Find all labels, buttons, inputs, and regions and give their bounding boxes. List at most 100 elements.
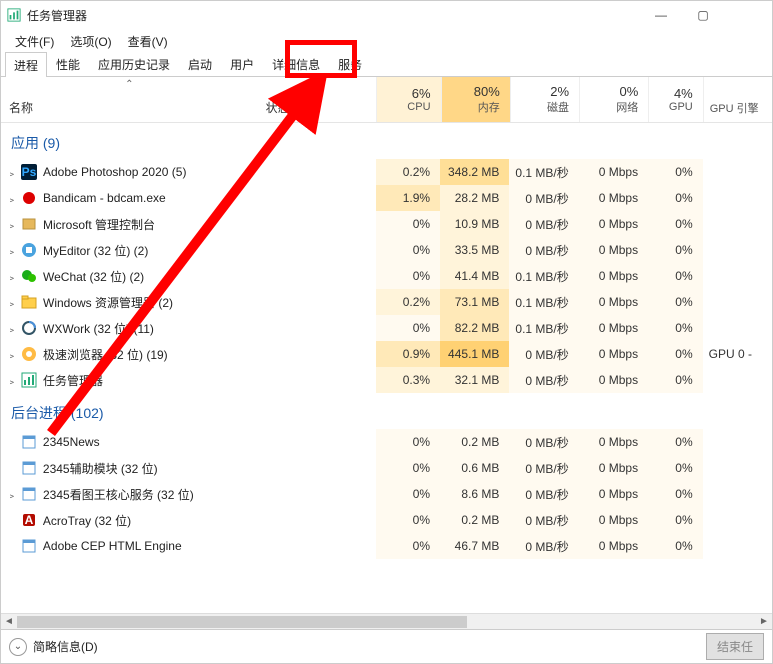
process-name: Windows 资源管理器 (2) xyxy=(43,294,257,311)
table-row[interactable]: ﹥2345看图王核心服务 (32 位)0%8.6 MB0 MB/秒0 Mbps0… xyxy=(1,481,772,507)
col-gpu-engine[interactable]: GPU 引擎 xyxy=(703,77,772,122)
col-mem-pct: 80% xyxy=(474,84,500,99)
tab-details[interactable]: 详细信息 xyxy=(263,51,329,76)
process-name: Microsoft 管理控制台 xyxy=(43,216,257,233)
expand-chevron-icon[interactable]: ﹥ xyxy=(1,191,17,206)
app-icon xyxy=(7,8,21,22)
expand-chevron-icon[interactable]: ﹥ xyxy=(1,295,17,310)
col-net-label: 网络 xyxy=(616,99,638,115)
scroll-thumb[interactable] xyxy=(17,616,467,628)
tab-performance[interactable]: 性能 xyxy=(47,51,89,76)
col-name[interactable]: ⌃ 名称 xyxy=(1,77,258,122)
expand-chevron-icon[interactable]: ﹥ xyxy=(1,165,17,180)
cell-gpu-engine xyxy=(703,315,772,341)
scroll-left-icon[interactable]: ◄ xyxy=(1,614,17,630)
process-icon xyxy=(21,512,37,528)
table-row[interactable]: ﹥Microsoft 管理控制台0%10.9 MB0 MB/秒0 Mbps0% xyxy=(1,211,772,237)
cell-gpu: 0% xyxy=(648,341,703,367)
cell-cpu: 0% xyxy=(376,507,440,533)
expand-chevron-icon[interactable]: ﹥ xyxy=(1,487,17,502)
window-title: 任务管理器 xyxy=(27,7,640,24)
col-gpu[interactable]: 4% GPU xyxy=(648,77,702,122)
cell-net: 0 Mbps xyxy=(579,481,648,507)
table-row[interactable]: 2345News0%0.2 MB0 MB/秒0 Mbps0% xyxy=(1,429,772,455)
col-net[interactable]: 0% 网络 xyxy=(579,77,648,122)
cell-gpu: 0% xyxy=(648,315,703,341)
cell-gpu-engine xyxy=(703,455,772,481)
col-gpu-engine-label: GPU 引擎 xyxy=(710,100,759,116)
tab-users[interactable]: 用户 xyxy=(221,51,263,76)
cell-net: 0 Mbps xyxy=(579,367,648,393)
maximize-button[interactable]: ▢ xyxy=(682,2,724,28)
cell-disk: 0.1 MB/秒 xyxy=(509,263,578,289)
menu-options[interactable]: 选项(O) xyxy=(62,31,119,49)
table-row[interactable]: ﹥极速浏览器 (32 位) (19)0.9%445.1 MB0 MB/秒0 Mb… xyxy=(1,341,772,367)
table-row[interactable]: ﹥Adobe Photoshop 2020 (5)0.2%348.2 MB0.1… xyxy=(1,159,772,185)
table-row[interactable]: ﹥任务管理器0.3%32.1 MB0 MB/秒0 Mbps0% xyxy=(1,367,772,393)
expand-chevron-icon[interactable]: ﹥ xyxy=(1,217,17,232)
table-row[interactable]: ﹥Bandicam - bdcam.exe1.9%28.2 MB0 MB/秒0 … xyxy=(1,185,772,211)
cell-gpu: 0% xyxy=(648,455,703,481)
table-row[interactable]: ﹥MyEditor (32 位) (2)0%33.5 MB0 MB/秒0 Mbp… xyxy=(1,237,772,263)
process-icon xyxy=(21,216,37,232)
cell-disk: 0.1 MB/秒 xyxy=(509,315,578,341)
brief-toggle-icon[interactable]: ⌄ xyxy=(9,638,27,656)
cell-disk: 0 MB/秒 xyxy=(509,367,578,393)
col-cpu-label: CPU xyxy=(407,101,430,113)
process-name: 2345辅助模块 (32 位) xyxy=(43,460,257,477)
tab-apphistory[interactable]: 应用历史记录 xyxy=(89,51,179,76)
cell-gpu-engine xyxy=(703,507,772,533)
table-row[interactable]: ﹥WXWork (32 位) (11)0%82.2 MB0.1 MB/秒0 Mb… xyxy=(1,315,772,341)
scroll-track[interactable] xyxy=(17,614,756,630)
cell-gpu: 0% xyxy=(648,289,703,315)
expand-chevron-icon[interactable]: ﹥ xyxy=(1,347,17,362)
cell-gpu: 0% xyxy=(648,263,703,289)
process-icon xyxy=(21,268,37,284)
expand-chevron-icon[interactable]: ﹥ xyxy=(1,373,17,388)
process-name: 极速浏览器 (32 位) (19) xyxy=(43,346,257,363)
cell-gpu-engine xyxy=(703,237,772,263)
table-row[interactable]: AcroTray (32 位)0%0.2 MB0 MB/秒0 Mbps0% xyxy=(1,507,772,533)
table-row[interactable]: ﹥Windows 资源管理器 (2)0.2%73.1 MB0.1 MB/秒0 M… xyxy=(1,289,772,315)
minimize-button[interactable]: — xyxy=(640,2,682,28)
table-row[interactable]: ﹥WeChat (32 位) (2)0%41.4 MB0.1 MB/秒0 Mbp… xyxy=(1,263,772,289)
brief-label[interactable]: 简略信息(D) xyxy=(33,638,706,655)
cell-mem: 73.1 MB xyxy=(440,289,509,315)
cell-net: 0 Mbps xyxy=(579,185,648,211)
cell-mem: 445.1 MB xyxy=(440,341,509,367)
tab-startup[interactable]: 启动 xyxy=(179,51,221,76)
tab-services[interactable]: 服务 xyxy=(329,51,371,76)
cell-gpu: 0% xyxy=(648,481,703,507)
col-status[interactable]: 状态 xyxy=(258,77,317,122)
expand-chevron-icon[interactable]: ﹥ xyxy=(1,243,17,258)
tab-bar: 进程 性能 应用历史记录 启动 用户 详细信息 服务 xyxy=(1,51,772,77)
tab-processes[interactable]: 进程 xyxy=(5,52,47,77)
menu-file[interactable]: 文件(F) xyxy=(7,31,62,49)
expand-chevron-icon[interactable]: ﹥ xyxy=(1,269,17,284)
cell-mem: 10.9 MB xyxy=(440,211,509,237)
cell-gpu-engine xyxy=(703,263,772,289)
process-icon xyxy=(21,242,37,258)
process-name: MyEditor (32 位) (2) xyxy=(43,242,257,259)
end-task-button[interactable]: 结束任 xyxy=(706,633,764,660)
col-mem[interactable]: 80% 内存 xyxy=(441,77,510,122)
cell-mem: 348.2 MB xyxy=(440,159,509,185)
table-row[interactable]: 2345辅助模块 (32 位)0%0.6 MB0 MB/秒0 Mbps0% xyxy=(1,455,772,481)
expand-chevron-icon[interactable]: ﹥ xyxy=(1,321,17,336)
process-icon xyxy=(21,538,37,554)
cell-net: 0 Mbps xyxy=(579,429,648,455)
col-disk[interactable]: 2% 磁盘 xyxy=(510,77,579,122)
scroll-right-icon[interactable]: ► xyxy=(756,614,772,630)
cell-disk: 0 MB/秒 xyxy=(509,341,578,367)
menu-view[interactable]: 查看(V) xyxy=(120,31,176,49)
table-row[interactable]: Adobe CEP HTML Engine0%46.7 MB0 MB/秒0 Mb… xyxy=(1,533,772,559)
cell-cpu: 0% xyxy=(376,455,440,481)
cell-disk: 0 MB/秒 xyxy=(509,185,578,211)
cell-net: 0 Mbps xyxy=(579,341,648,367)
col-cpu[interactable]: 6% CPU xyxy=(376,77,440,122)
scrollbar-horizontal[interactable]: ◄ ► xyxy=(1,613,772,629)
cell-gpu-engine xyxy=(703,159,772,185)
cell-gpu-engine xyxy=(703,367,772,393)
cell-gpu: 0% xyxy=(648,429,703,455)
process-icon xyxy=(21,486,37,502)
